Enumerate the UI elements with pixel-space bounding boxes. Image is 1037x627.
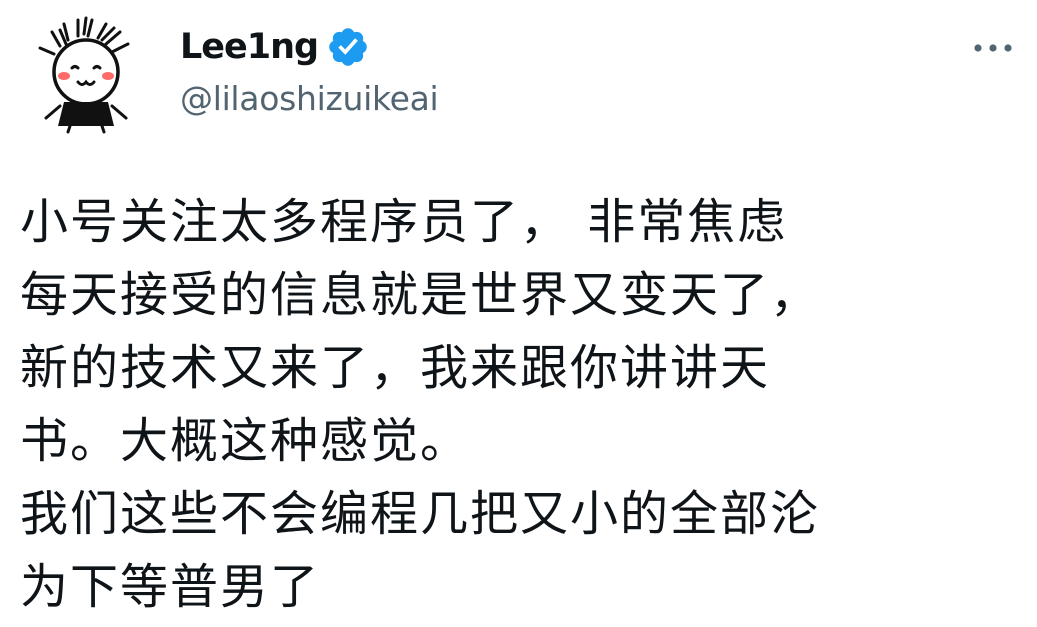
tweet-text-line: 我们这些不会编程几把又小的全部沦 — [20, 486, 821, 542]
name-row: Lee1ng — [180, 22, 438, 72]
author-handle[interactable]: @lilaoshizuikeai — [180, 72, 439, 126]
author-header: Lee1ng @lilaoshizuikeai — [180, 22, 439, 126]
verified-badge-icon[interactable] — [326, 25, 370, 69]
tweet-text-line: 书。大概这种感觉。 — [20, 413, 471, 469]
more-options-button[interactable] — [968, 32, 1018, 64]
tweet-text: 小号关注太多程序员了， 非常焦虑 每天接受的信息就是世界又变天了， 新的技术又来… — [20, 186, 1020, 624]
more-dots-icon — [974, 44, 1012, 52]
author-avatar[interactable] — [30, 14, 146, 134]
tweet-text-line: 新的技术又来了，我来跟你讲讲天 — [20, 340, 771, 396]
tweet-text-line: 为下等普男了 — [20, 559, 321, 615]
tweet-text-line: 每天接受的信息就是世界又变天了， — [20, 267, 821, 323]
tweet-text-line: 小号关注太多程序员了， 非常焦虑 — [20, 194, 788, 250]
doodle-face-avatar-icon — [38, 16, 130, 134]
tweet-card: Lee1ng @lilaoshizuikeai 小号关注太多程序员了， 非常焦虑… — [0, 0, 1037, 627]
author-display-name[interactable]: Lee1ng — [180, 22, 319, 72]
